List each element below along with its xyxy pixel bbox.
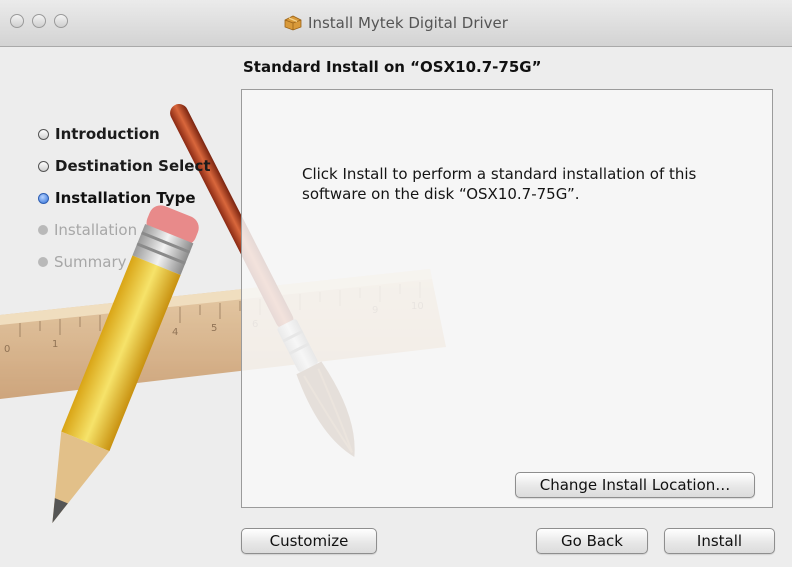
step-pending-icon	[38, 257, 48, 267]
installer-steps-list: Introduction Destination Select Installa…	[38, 118, 211, 278]
window-title-group: Install Mytek Digital Driver	[0, 0, 792, 46]
step-label: Introduction	[55, 125, 160, 143]
step-label: Installation Type	[55, 189, 196, 207]
step-label: Summary	[54, 253, 127, 271]
step-label: Destination Select	[55, 157, 211, 175]
step-current-icon	[38, 192, 49, 204]
step-introduction: Introduction	[38, 118, 211, 150]
step-label: Installation	[54, 221, 138, 239]
install-button[interactable]: Install	[664, 528, 775, 554]
title-bar[interactable]: Install Mytek Digital Driver	[0, 0, 792, 47]
installer-window: Install Mytek Digital Driver 0 1 4 5 Sta…	[0, 0, 792, 567]
step-installation: Installation	[38, 214, 211, 246]
content-panel: Click Install to perform a standard inst…	[241, 89, 773, 508]
ruler-label: 4	[172, 327, 178, 338]
step-done-icon	[38, 128, 49, 140]
step-summary: Summary	[38, 246, 211, 278]
page-subtitle: Standard Install on “OSX10.7-75G”	[243, 58, 542, 76]
install-message: Click Install to perform a standard inst…	[302, 165, 697, 203]
ruler-label: 1	[52, 339, 58, 350]
ruler-label: 5	[211, 323, 217, 334]
customize-button[interactable]: Customize	[241, 528, 377, 554]
package-icon	[284, 15, 302, 31]
step-pending-icon	[38, 225, 48, 235]
step-destination-select: Destination Select	[38, 150, 211, 182]
step-installation-type: Installation Type	[38, 182, 211, 214]
ruler-label: 0	[4, 344, 10, 355]
step-done-icon	[38, 160, 49, 172]
change-install-location-button[interactable]: Change Install Location…	[515, 472, 755, 498]
go-back-button[interactable]: Go Back	[536, 528, 648, 554]
window-title: Install Mytek Digital Driver	[308, 14, 508, 32]
